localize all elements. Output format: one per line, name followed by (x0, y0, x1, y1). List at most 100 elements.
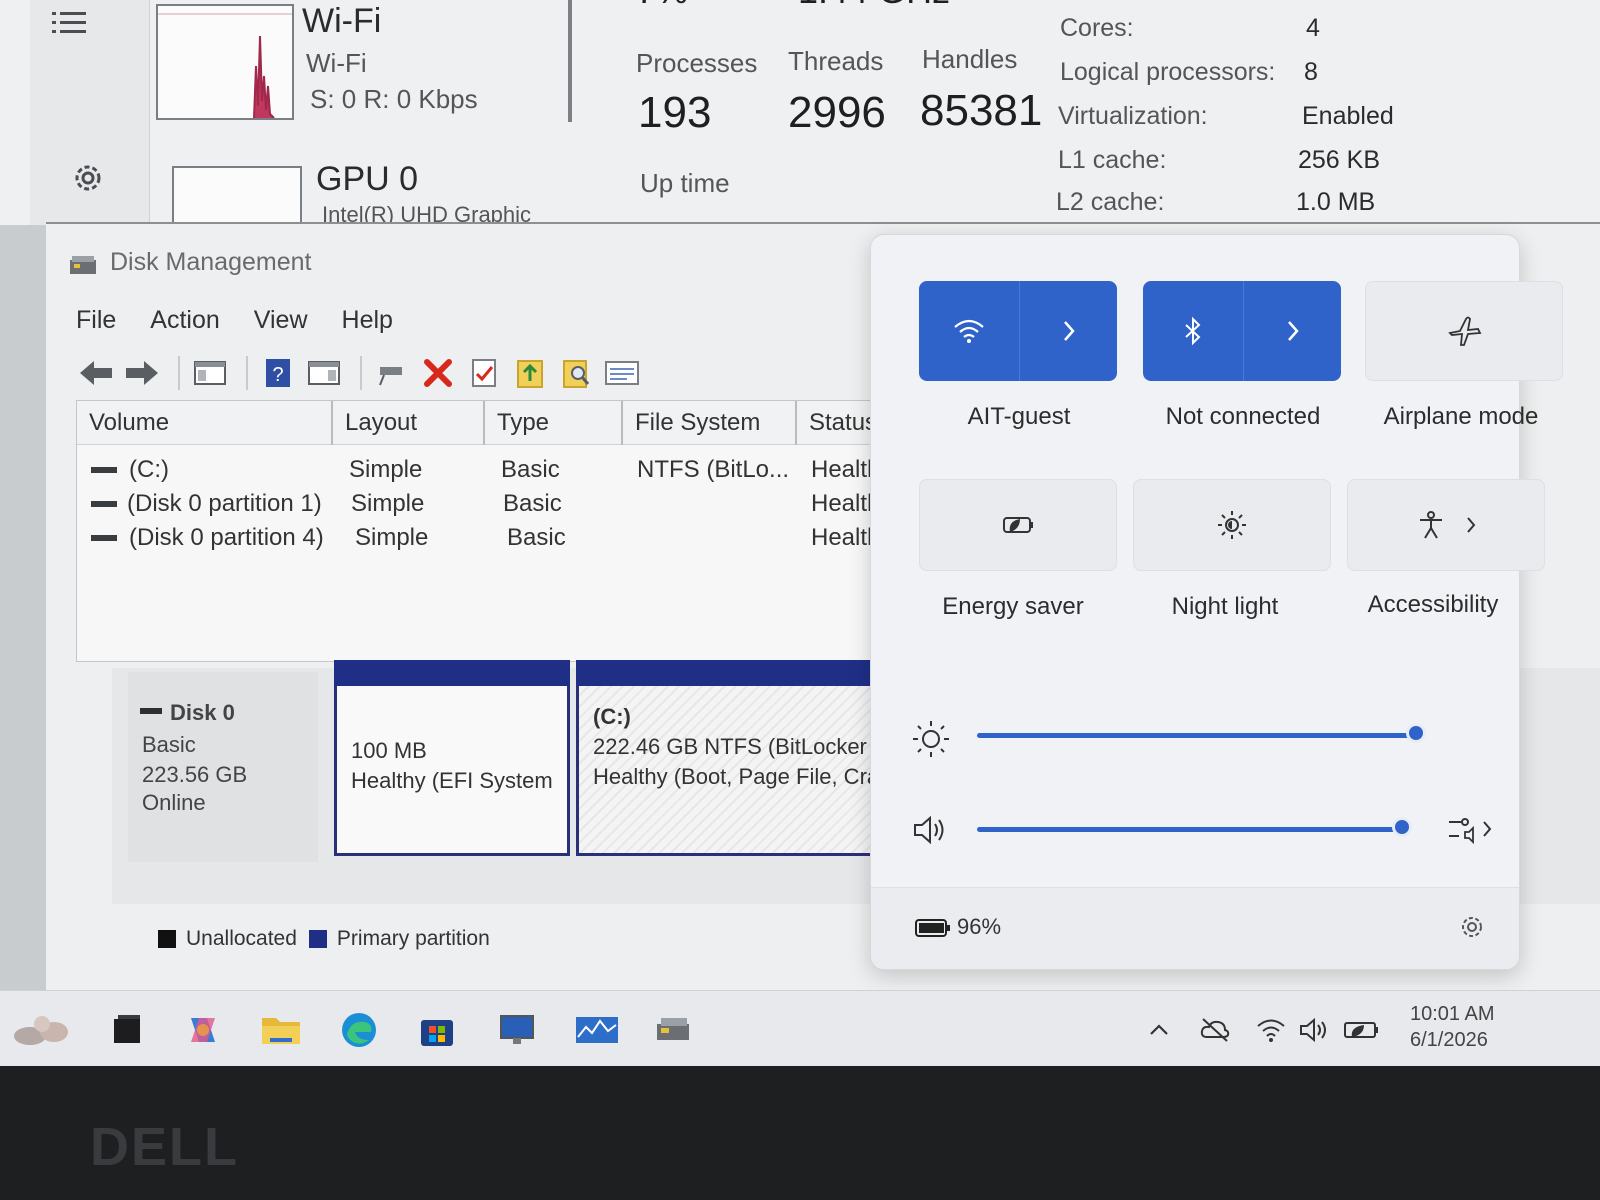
bluetooth-expand-button[interactable] (1243, 281, 1341, 381)
disk-management-app-icon (70, 256, 96, 274)
table-row[interactable]: (Disk 0 partition 4) Simple Basic Health… (77, 521, 935, 555)
cell-layout: Simple (351, 490, 425, 517)
properties-check-icon (472, 359, 496, 387)
table-row[interactable]: (C:) Simple Basic NTFS (BitLo... Healthy (77, 453, 935, 487)
forward-arrow-icon (126, 361, 158, 385)
menu-view[interactable]: View (254, 306, 308, 340)
partition-status: Healthy (EFI System (351, 768, 553, 793)
microsoft-store-button[interactable] (414, 1007, 460, 1053)
column-header-volume[interactable]: Volume (77, 401, 333, 445)
menu-help[interactable]: Help (342, 306, 393, 340)
disk-status: Online (142, 790, 206, 815)
properties-button[interactable] (464, 353, 504, 393)
table-row[interactable]: (Disk 0 partition 1) Simple Basic Health… (77, 487, 935, 521)
cell-status: Healthy (811, 490, 871, 517)
volume-icon[interactable] (911, 813, 951, 847)
settings-gear-icon[interactable] (70, 160, 106, 196)
energy-saver-icon (1003, 517, 1033, 533)
menu-action[interactable]: Action (150, 306, 219, 340)
task-manager-button[interactable] (572, 1007, 622, 1053)
battery-percentage[interactable]: 96% (957, 914, 1001, 940)
volume-slider[interactable] (977, 827, 1396, 832)
battery-icon[interactable] (915, 918, 951, 938)
wifi-toggle[interactable] (919, 281, 1019, 381)
accessibility-tile[interactable] (1347, 479, 1545, 571)
menu-file[interactable]: File (76, 306, 116, 340)
details-view-icon (605, 361, 639, 385)
column-header-layout[interactable]: Layout (333, 401, 485, 445)
perf-item-wifi-name[interactable]: Wi-Fi (302, 2, 381, 41)
taskbar-clock-time[interactable]: 10:01 AM (1410, 1003, 1495, 1026)
bluetooth-toggle[interactable] (1143, 281, 1243, 381)
toolbar-separator (360, 356, 362, 390)
cell-status: Healthy (811, 456, 871, 483)
find-button[interactable] (556, 353, 596, 393)
battery-tray-button[interactable] (1342, 1015, 1382, 1045)
laptop-bezel (0, 1066, 1600, 1200)
legend-swatch-unallocated (158, 930, 176, 948)
spec-logical-processors-label: Logical processors: (1060, 58, 1276, 86)
settings-gear-icon[interactable] (1457, 912, 1487, 942)
pane-divider[interactable] (568, 0, 572, 122)
connect-virtual-disk-button[interactable] (372, 353, 412, 393)
file-explorer-button[interactable] (258, 1007, 304, 1053)
back-arrow-icon (80, 361, 112, 385)
delete-button[interactable] (418, 353, 458, 393)
network-tray-button[interactable] (1254, 1015, 1288, 1045)
window-title: Disk Management (110, 248, 312, 276)
volume-tray-button[interactable] (1298, 1015, 1332, 1045)
remote-desktop-button[interactable] (494, 1007, 540, 1053)
wifi-graph-thumbnail[interactable] (156, 4, 294, 120)
show-hidden-icons-button[interactable] (1142, 1015, 1176, 1045)
energy-saver-tile[interactable] (919, 479, 1117, 571)
connect-drive-icon (379, 367, 402, 386)
wifi-toggle-tile[interactable] (919, 281, 1117, 381)
export-list-button[interactable] (510, 353, 550, 393)
show-hide-console-tree-button[interactable] (190, 353, 230, 393)
processes-label: Processes (636, 48, 758, 78)
threads-label: Threads (788, 46, 884, 76)
task-manager-window: Wi-Fi Wi-Fi S: 0 R: 0 Kbps GPU 0 Intel(R… (0, 0, 1600, 228)
onedrive-status-button[interactable] (1198, 1015, 1232, 1045)
partition-efi[interactable]: 100 MB Healthy (EFI System (334, 660, 570, 856)
volume-drive-icon (91, 467, 117, 473)
widgets-button[interactable] (10, 1007, 74, 1053)
volume-slider-thumb[interactable] (1392, 817, 1412, 837)
column-header-type[interactable]: Type (485, 401, 623, 445)
spec-virtualization-label: Virtualization: (1058, 102, 1208, 130)
copilot-button[interactable] (180, 1007, 226, 1053)
disk-0-info-panel[interactable]: Disk 0 Basic 223.56 GB Online (128, 672, 318, 862)
disk-management-button[interactable] (650, 1007, 696, 1053)
taskbar: 10:01 AM 6/1/2026 (0, 990, 1600, 1066)
volume-drive-icon (91, 535, 117, 541)
cell-volume: (Disk 0 partition 4) (129, 524, 324, 551)
gpu-graph-thumbnail[interactable] (172, 166, 302, 228)
taskbar-clock-date[interactable]: 6/1/2026 (1410, 1029, 1488, 1052)
brightness-slider[interactable] (977, 733, 1410, 738)
task-manager-nav (30, 0, 150, 225)
airplane-mode-tile[interactable] (1365, 281, 1563, 381)
partition-c-drive[interactable]: (C:) 222.46 GB NTFS (BitLocker E Healthy… (576, 660, 888, 856)
help-button[interactable]: ? (258, 353, 298, 393)
sound-output-button[interactable] (1447, 811, 1507, 847)
brightness-slider-thumb[interactable] (1406, 723, 1426, 743)
svg-text:?: ? (272, 364, 283, 386)
spec-l2-cache-value: 1.0 MB (1296, 188, 1376, 216)
accessibility-tile-label: Accessibility (1367, 591, 1499, 618)
task-view-button[interactable] (104, 1007, 150, 1053)
forward-button[interactable] (122, 353, 162, 393)
bluetooth-toggle-tile[interactable] (1143, 281, 1341, 381)
night-light-tile[interactable] (1133, 479, 1331, 571)
perf-item-gpu-name[interactable]: GPU 0 (316, 160, 418, 199)
edge-button[interactable] (336, 1007, 382, 1053)
cell-volume: (C:) (129, 456, 169, 483)
wifi-expand-button[interactable] (1019, 281, 1117, 381)
back-button[interactable] (76, 353, 116, 393)
hamburger-menu-icon[interactable] (52, 8, 88, 38)
wifi-icon (954, 319, 984, 343)
view-details-button[interactable] (602, 353, 642, 393)
disk-type: Basic (142, 732, 196, 757)
column-header-file-system[interactable]: File System (623, 401, 797, 445)
show-action-pane-button[interactable] (304, 353, 344, 393)
task-manager-icon (576, 1017, 618, 1043)
